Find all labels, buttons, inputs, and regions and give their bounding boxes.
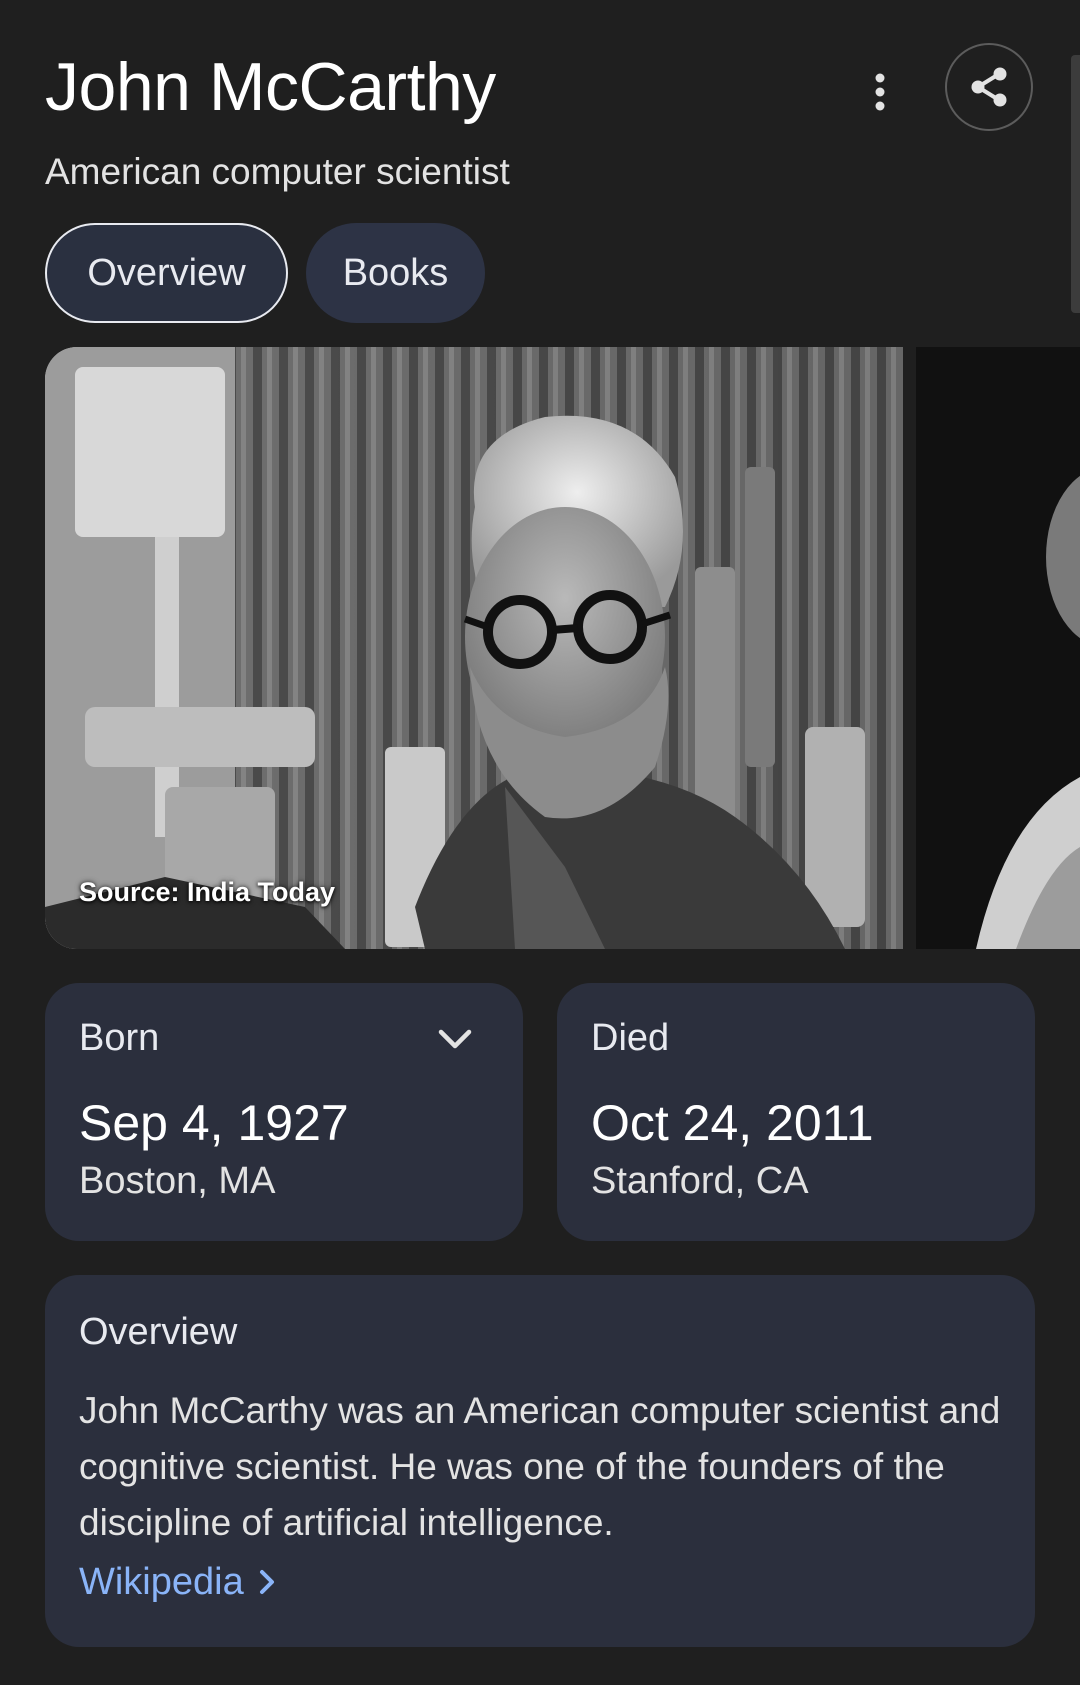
chevron-right-icon — [259, 1570, 274, 1594]
overview-description: John McCarthy was an American computer s… — [79, 1390, 1001, 1543]
share-icon — [971, 67, 1007, 107]
wikipedia-link[interactable]: Wikipedia — [79, 1554, 276, 1610]
born-card[interactable]: Born Sep 4, 1927 Boston, MA — [45, 983, 523, 1241]
portrait-image-2 — [916, 347, 1080, 949]
entity-subtitle: American computer scientist — [45, 151, 510, 192]
share-button[interactable] — [945, 43, 1033, 131]
tab-books[interactable]: Books — [306, 223, 485, 323]
died-date: Oct 24, 2011 — [591, 1095, 874, 1151]
more-vertical-icon — [875, 73, 885, 111]
overview-card: Overview John McCarthy was an American c… — [45, 1275, 1035, 1647]
scroll-indicator — [1071, 55, 1080, 313]
wikipedia-link-label: Wikipedia — [79, 1561, 244, 1603]
tab-overview[interactable]: Overview — [45, 223, 288, 323]
main-photo[interactable] — [45, 347, 903, 949]
died-label: Died — [591, 1017, 670, 1059]
chevron-down-icon — [438, 1029, 472, 1049]
image-source-caption: Source: India Today — [79, 877, 336, 907]
overview-heading: Overview — [79, 1311, 238, 1353]
born-date: Sep 4, 1927 — [79, 1095, 349, 1151]
died-place: Stanford, CA — [591, 1160, 809, 1202]
portrait-image — [45, 347, 903, 949]
born-place: Boston, MA — [79, 1160, 276, 1202]
knowledge-panel: John McCarthy American computer scientis… — [0, 0, 1080, 1685]
entity-title: John McCarthy — [45, 49, 496, 125]
secondary-photo[interactable] — [916, 347, 1080, 949]
more-options-button[interactable] — [856, 62, 904, 122]
born-label: Born — [79, 1017, 160, 1059]
died-card: Died Oct 24, 2011 Stanford, CA — [557, 983, 1035, 1241]
